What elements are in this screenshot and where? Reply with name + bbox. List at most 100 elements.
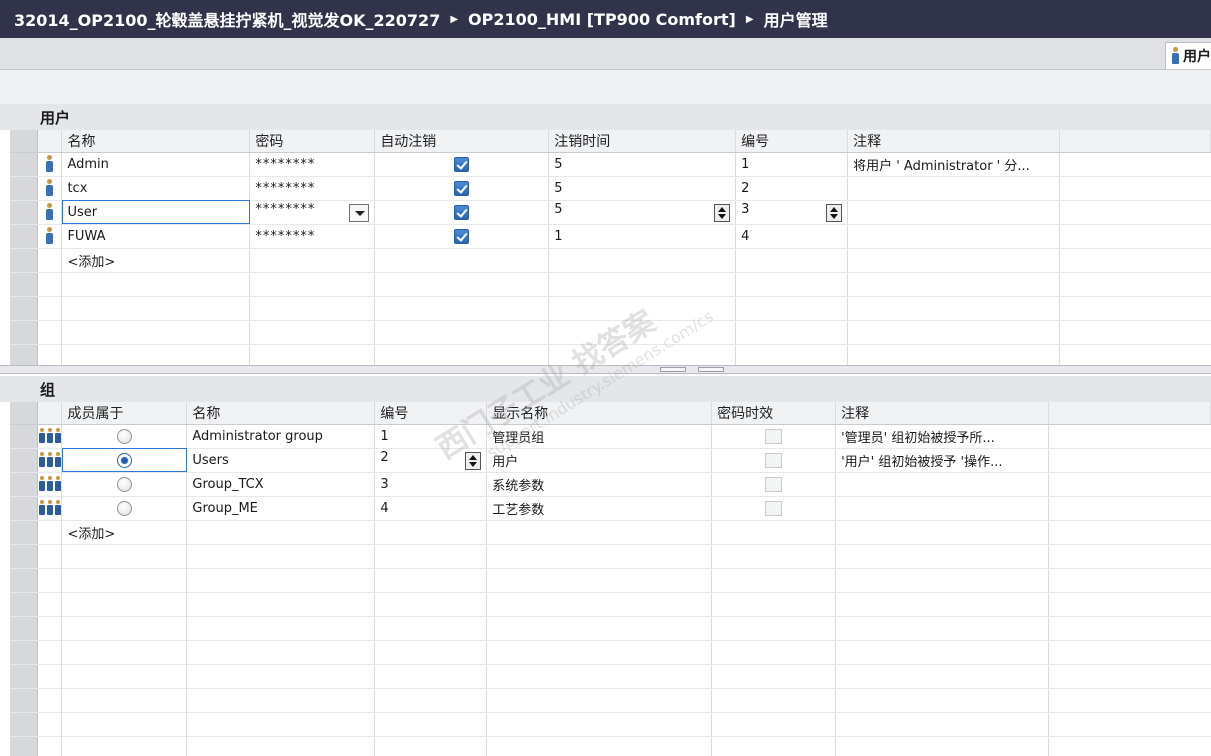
user-number-cell[interactable]: 1 (735, 152, 849, 177)
user-name-cell[interactable]: tcx (61, 176, 251, 201)
breadcrumb-device[interactable]: OP2100_HMI [TP900 Comfort] (468, 10, 736, 29)
user-icon (45, 227, 54, 245)
user-password-cell[interactable]: ******** (249, 176, 376, 201)
auto-logoff-checkbox[interactable] (454, 156, 470, 172)
column-header-number[interactable]: 编号 (735, 130, 849, 153)
table-row[interactable]: tcx ******** 5 2 (10, 176, 1211, 201)
user-comment-cell[interactable] (847, 200, 1061, 225)
password-aging-checkbox[interactable] (765, 476, 783, 492)
column-header-password-aging[interactable]: 密码时效 (711, 402, 837, 425)
column-header-display-name[interactable]: 显示名称 (486, 402, 713, 425)
logoff-time-cell[interactable]: 5 (548, 176, 737, 201)
user-name-cell[interactable]: Admin (61, 152, 251, 177)
column-header-logoff-time[interactable]: 注销时间 (548, 130, 737, 153)
group-comment-cell[interactable] (835, 472, 1050, 497)
groups-section-title: 组 (0, 376, 1211, 402)
row-header[interactable] (10, 472, 39, 497)
groups-table: 成员属于 名称 编号 显示名称 密码时效 注释 Administrator gr… (10, 402, 1211, 756)
row-header[interactable] (10, 448, 39, 473)
table-row[interactable]: Administrator group 1 管理员组 '管理员' 组初始被授予所… (10, 424, 1211, 449)
group-number-spinner[interactable] (465, 452, 482, 470)
group-display-name-cell[interactable]: 管理员组 (486, 424, 713, 449)
member-radio[interactable] (116, 428, 132, 444)
user-password-cell[interactable]: ******** (249, 224, 376, 249)
user-name-cell[interactable]: FUWA (61, 224, 251, 249)
table-row[interactable]: Group_TCX 3 系统参数 (10, 472, 1211, 497)
column-header-group-comment[interactable]: 注释 (835, 402, 1050, 425)
group-display-name-cell[interactable]: 工艺参数 (486, 496, 713, 521)
group-number-cell[interactable]: 1 (374, 424, 488, 449)
add-row[interactable]: <添加> (10, 248, 1211, 273)
group-name-cell[interactable]: Group_ME (186, 496, 376, 521)
table-row[interactable]: Group_ME 4 工艺参数 (10, 496, 1211, 521)
table-row[interactable]: Admin ******** 5 1 将用户 ' Administrator '… (10, 152, 1211, 177)
panel-splitter[interactable] (0, 365, 1211, 374)
splitter-up-icon[interactable] (660, 367, 686, 372)
user-icon (45, 155, 54, 173)
column-header-password[interactable]: 密码 (249, 130, 376, 153)
icon-column-header (37, 130, 63, 153)
column-header-auto-logoff[interactable]: 自动注销 (374, 130, 550, 153)
group-display-name-cell[interactable]: 系统参数 (486, 472, 713, 497)
user-number-cell[interactable]: 4 (735, 224, 849, 249)
group-number-cell[interactable]: 4 (374, 496, 488, 521)
row-header[interactable] (10, 152, 39, 177)
add-user-button[interactable]: <添加> (61, 248, 251, 273)
member-radio[interactable] (116, 500, 132, 516)
add-group-button[interactable]: <添加> (61, 520, 188, 545)
group-comment-cell[interactable]: '用户' 组初始被授予 '操作... (835, 448, 1050, 473)
row-header[interactable] (10, 176, 39, 201)
column-header-comment[interactable]: 注释 (847, 130, 1061, 153)
user-comment-cell[interactable]: 将用户 ' Administrator ' 分... (847, 152, 1061, 177)
logoff-time-spinner[interactable] (714, 204, 731, 222)
number-spinner[interactable] (826, 204, 843, 222)
member-radio[interactable] (116, 476, 132, 492)
group-name-cell[interactable]: Users (186, 448, 376, 473)
row-header[interactable] (10, 496, 39, 521)
password-aging-checkbox[interactable] (765, 428, 783, 444)
group-display-name-cell[interactable]: 用户 (486, 448, 713, 473)
breadcrumb-project[interactable]: 32014_OP2100_轮毂盖悬挂拧紧机_视觉发OK_220727 (14, 7, 440, 31)
user-name-cell[interactable]: User (61, 200, 251, 225)
row-header[interactable] (10, 424, 39, 449)
table-row-selected[interactable]: Users 2 用户 '用户' 组初始被授予 '操作... (10, 448, 1211, 473)
password-aging-checkbox[interactable] (765, 500, 783, 516)
user-password-cell[interactable]: ******** (249, 152, 376, 177)
table-row[interactable]: FUWA ******** 1 4 (10, 224, 1211, 249)
group-comment-cell[interactable]: '管理员' 组初始被授予所... (835, 424, 1050, 449)
auto-logoff-checkbox[interactable] (454, 204, 470, 220)
row-header[interactable] (10, 248, 39, 273)
group-comment-cell[interactable] (835, 496, 1050, 521)
row-header[interactable] (10, 520, 39, 545)
password-aging-checkbox[interactable] (765, 452, 783, 468)
tab-users[interactable]: 用户 (1165, 42, 1211, 69)
column-header-group-number[interactable]: 编号 (374, 402, 488, 425)
table-row-selected[interactable]: User ******** 5 3 (10, 200, 1211, 225)
column-header-group-name[interactable]: 名称 (186, 402, 376, 425)
auto-logoff-checkbox[interactable] (454, 180, 470, 196)
toolbar-area (0, 70, 1211, 104)
empty-row (10, 568, 1211, 593)
user-icon (45, 203, 54, 221)
group-name-cell[interactable]: Administrator group (186, 424, 376, 449)
logoff-time-cell[interactable]: 1 (548, 224, 737, 249)
row-header[interactable] (10, 200, 39, 225)
add-row[interactable]: <添加> (10, 520, 1211, 545)
auto-logoff-checkbox[interactable] (454, 228, 470, 244)
column-header-name[interactable]: 名称 (61, 130, 251, 153)
user-number-cell[interactable]: 2 (735, 176, 849, 201)
group-name-cell[interactable]: Group_TCX (186, 472, 376, 497)
group-number-cell[interactable]: 3 (374, 472, 488, 497)
splitter-down-icon[interactable] (698, 367, 724, 372)
user-comment-cell[interactable] (847, 176, 1061, 201)
column-header-member-of[interactable]: 成员属于 (61, 402, 188, 425)
user-group-icon (38, 500, 61, 516)
logoff-time-cell[interactable]: 5 (548, 152, 737, 177)
editor-tabstrip: 用户 (0, 38, 1211, 70)
breadcrumb-user-admin[interactable]: 用户管理 (764, 7, 828, 31)
row-header[interactable] (10, 224, 39, 249)
password-dropdown-button[interactable] (349, 204, 370, 222)
group-number-cell: 2 (380, 450, 389, 465)
member-radio-selected[interactable] (116, 452, 132, 468)
user-comment-cell[interactable] (847, 224, 1061, 249)
